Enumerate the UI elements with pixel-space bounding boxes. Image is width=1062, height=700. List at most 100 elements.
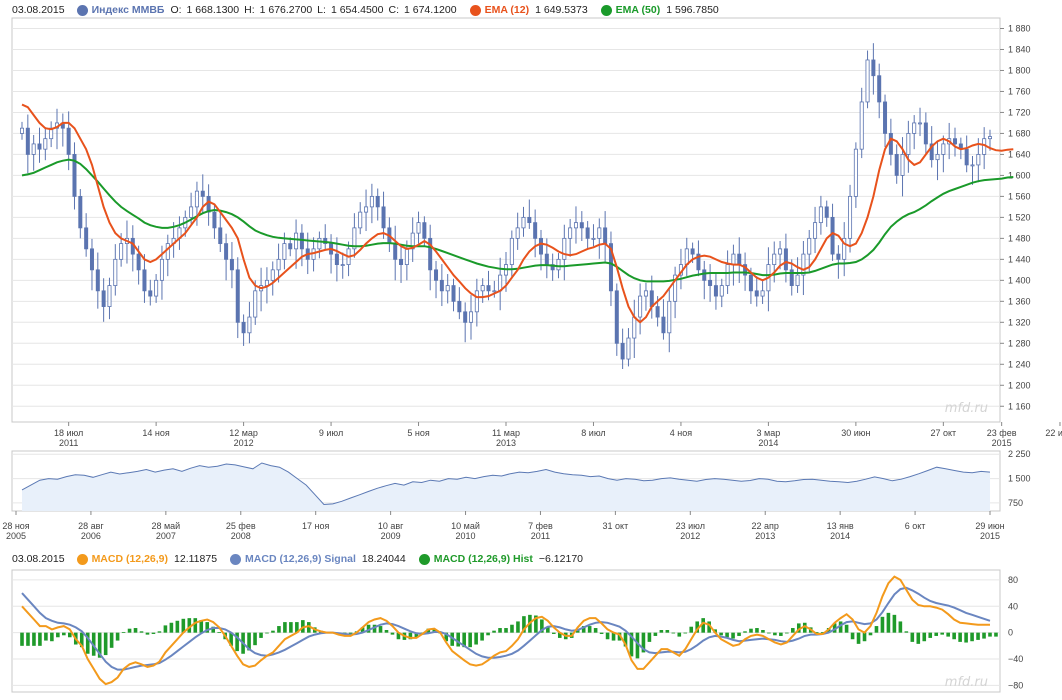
candle-body bbox=[317, 237, 322, 250]
candle-body bbox=[474, 290, 479, 313]
candle-body bbox=[544, 253, 549, 265]
candle-body bbox=[953, 138, 958, 145]
hist-bar bbox=[868, 632, 873, 636]
x-tick-year-label: 2011 bbox=[59, 438, 78, 448]
candle-body bbox=[988, 136, 993, 140]
hist-bar bbox=[593, 628, 598, 633]
hist-bar bbox=[253, 632, 257, 646]
candle-body bbox=[603, 227, 608, 245]
candle-body bbox=[818, 206, 823, 224]
candle-body bbox=[451, 285, 456, 302]
candle-body bbox=[614, 290, 619, 344]
hist-bar bbox=[731, 632, 735, 639]
hist-bar bbox=[516, 621, 520, 633]
hist-bar bbox=[982, 632, 986, 639]
hist-bar bbox=[934, 632, 939, 636]
candle-body bbox=[189, 206, 194, 218]
y-tick-label: 1 880 bbox=[1008, 23, 1031, 33]
candle-body bbox=[935, 154, 940, 161]
y-tick-label: 1 800 bbox=[1008, 65, 1031, 75]
navigator-x-label: 29 июн bbox=[975, 521, 1004, 531]
y-tick-label: 1 200 bbox=[1008, 380, 1031, 390]
candle-body bbox=[778, 248, 783, 255]
candle-body bbox=[439, 279, 444, 292]
candle-body bbox=[655, 306, 660, 318]
hist-bar bbox=[121, 631, 126, 633]
hist-bar bbox=[689, 626, 694, 633]
x-tick-label: 3 мар bbox=[757, 428, 781, 438]
candle-body bbox=[731, 253, 736, 265]
candle-body bbox=[579, 222, 584, 229]
hist-bar bbox=[677, 632, 682, 637]
candle-body bbox=[375, 195, 380, 208]
hist-bar bbox=[647, 632, 652, 642]
navigator-x-year: 2006 bbox=[81, 531, 101, 541]
hist-bar bbox=[862, 632, 867, 642]
hist-bar bbox=[659, 630, 664, 633]
candle-body bbox=[888, 133, 893, 155]
hist-bar bbox=[271, 630, 275, 633]
candle-body bbox=[708, 279, 713, 286]
navigator-x-label: 28 ноя bbox=[2, 521, 29, 531]
hist-bar bbox=[743, 631, 747, 633]
x-tick-label: 18 июл bbox=[54, 428, 83, 438]
candle-body bbox=[247, 316, 252, 334]
candle-body bbox=[824, 206, 829, 218]
hist-bar bbox=[163, 625, 168, 633]
hist-bar bbox=[605, 632, 610, 640]
y-tick-label: 1 840 bbox=[1008, 44, 1031, 54]
hist-bar bbox=[115, 632, 120, 641]
macd-y-label: 40 bbox=[1008, 601, 1018, 611]
x-tick-year-label: 2012 bbox=[234, 438, 254, 448]
candle-body bbox=[101, 290, 106, 307]
candle-body bbox=[848, 195, 853, 239]
macd-y-label: 0 bbox=[1008, 628, 1013, 638]
hist-bar bbox=[988, 632, 992, 637]
chart-canvas[interactable]: 1 160 1 200 1 240 1 280 1 320 1 360 1 400 1 440… bbox=[0, 0, 1062, 700]
x-tick-label: 23 фев bbox=[987, 428, 1017, 438]
navigator-x-year: 2015 bbox=[980, 531, 1000, 541]
hist-bar bbox=[133, 628, 138, 633]
navigator-x-label: 17 ноя bbox=[302, 521, 329, 531]
x-tick-label: 27 окт bbox=[931, 428, 957, 438]
main-price-panel[interactable]: 1 160 1 200 1 240 1 280 1 320 1 360 1 400 1 440… bbox=[11, 17, 1062, 448]
hist-bar bbox=[671, 632, 676, 634]
navigator-x-year: 2007 bbox=[156, 531, 176, 541]
candle-body bbox=[573, 222, 578, 229]
candle-body bbox=[585, 227, 590, 239]
hist-bar bbox=[773, 632, 777, 636]
macd-panel[interactable]: −80 −40 0 40 80 mfd.ru bbox=[11, 569, 1023, 693]
navigator-panel[interactable]: 7501 5002 25028 ноя200528 авг200628 май2… bbox=[2, 449, 1030, 541]
hist-bar bbox=[259, 632, 263, 638]
y-tick-label: 1 720 bbox=[1008, 107, 1031, 117]
candle-body bbox=[486, 285, 491, 292]
hist-bar bbox=[32, 632, 36, 646]
watermark: mfd.ru bbox=[945, 401, 988, 416]
hist-bar bbox=[928, 632, 933, 638]
hist-bar bbox=[970, 632, 974, 642]
hist-bar bbox=[587, 626, 592, 633]
hist-bar bbox=[145, 632, 150, 635]
y-tick-label: 1 680 bbox=[1008, 128, 1031, 138]
hist-bar bbox=[498, 628, 502, 633]
navigator-x-label: 13 янв bbox=[827, 521, 854, 531]
navigator-x-label: 10 май bbox=[451, 521, 480, 531]
candle-body bbox=[918, 122, 923, 125]
candle-body bbox=[340, 264, 345, 266]
navigator-x-label: 10 авг bbox=[378, 521, 404, 531]
hist-bar bbox=[755, 628, 759, 633]
hist-bar bbox=[850, 632, 855, 640]
candle-body bbox=[43, 138, 48, 150]
x-tick-year-label: 2014 bbox=[758, 438, 778, 448]
navigator-x-label: 6 окт bbox=[905, 521, 926, 531]
hist-bar bbox=[265, 632, 269, 634]
y-tick-label: 1 440 bbox=[1008, 254, 1031, 264]
hist-bar bbox=[719, 632, 723, 636]
candle-body bbox=[772, 253, 777, 265]
hist-bar bbox=[737, 632, 741, 636]
hist-bar bbox=[109, 632, 114, 648]
hist-bar bbox=[874, 626, 879, 633]
candle-body bbox=[620, 342, 625, 360]
hist-bar bbox=[779, 632, 783, 636]
candle-body bbox=[894, 154, 899, 176]
